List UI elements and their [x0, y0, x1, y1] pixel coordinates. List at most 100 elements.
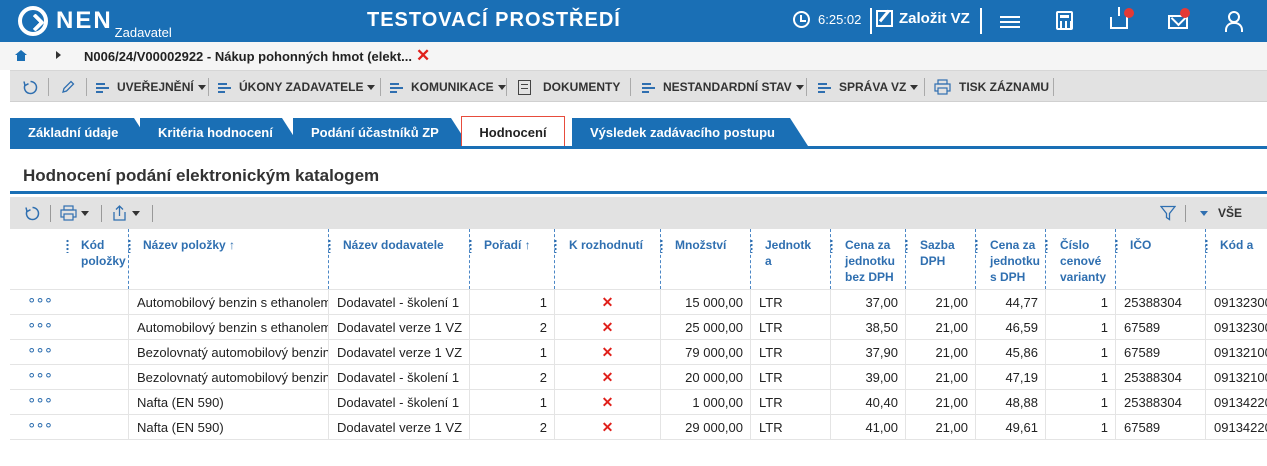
row-menu-icon[interactable]: ∘∘∘ — [27, 388, 57, 413]
tab-underline — [10, 146, 1267, 149]
tab-evaluation[interactable]: Hodnocení — [461, 116, 565, 148]
column-header-price-vat[interactable]: Cena za jednotku s DPH — [975, 229, 1045, 289]
user-icon[interactable] — [1223, 11, 1243, 32]
column-header-decide[interactable]: K rozhodnutí — [554, 229, 660, 289]
panel-title: Hodnocení podání elektronickým katalogem — [23, 166, 380, 185]
column-header-unit[interactable]: Jednotka — [750, 229, 830, 289]
documents-button[interactable]: DOKUMENTY — [518, 71, 620, 103]
home-icon[interactable] — [15, 50, 27, 61]
cell-unit: LTR — [750, 340, 830, 365]
table-row[interactable]: ∘∘∘ Nafta (EN 590) Dodavatel - školení 1… — [10, 390, 1267, 415]
list-icon — [642, 81, 655, 93]
main-toolbar: UVEŘEJNĚNÍ ÚKONY ZADAVATELE KOMUNIKACE D… — [10, 70, 1267, 102]
column-header-vat[interactable]: Sazba DPH — [905, 229, 975, 289]
cell-name: Automobilový benzin s ethanolem — [128, 290, 328, 315]
column-header-code[interactable]: Kód položky — [66, 229, 128, 289]
divider — [980, 8, 982, 34]
cell-ico: 67589 — [1115, 415, 1205, 440]
column-header-name[interactable]: Název položky ↑ — [128, 229, 328, 289]
cell-price-vat: 47,19 — [975, 365, 1045, 390]
column-header-ico[interactable]: IČO — [1115, 229, 1205, 289]
export-icon — [113, 205, 126, 221]
inbox-icon[interactable] — [1110, 7, 1128, 29]
cell-quantity: 29 000,00 — [660, 415, 750, 440]
menu-icon[interactable] — [1000, 13, 1020, 33]
grid-print-menu[interactable] — [60, 197, 89, 229]
cross-icon: ✕ — [554, 390, 660, 415]
column-header-quantity[interactable]: Množství — [660, 229, 750, 289]
column-header-order[interactable]: Pořadí ↑ — [469, 229, 554, 289]
list-icon — [390, 81, 403, 93]
table-row[interactable]: ∘∘∘ Automobilový benzin s ethanolem Doda… — [10, 315, 1267, 340]
cell-code2: 09132100 — [1205, 365, 1267, 390]
cell-price-vat: 48,88 — [975, 390, 1045, 415]
divider — [1053, 78, 1054, 96]
divider — [506, 78, 507, 96]
table-row[interactable]: ∘∘∘ Automobilový benzin s ethanolem Doda… — [10, 290, 1267, 315]
nen-logo[interactable]: NEN Zadavatel — [18, 6, 172, 40]
edit-button[interactable] — [60, 71, 75, 103]
cell-unit: LTR — [750, 390, 830, 415]
grid-export-menu[interactable] — [112, 197, 140, 229]
cell-quantity: 1 000,00 — [660, 390, 750, 415]
caret-down-icon — [81, 210, 89, 216]
cell-variant: 1 — [1045, 340, 1115, 365]
tab-strip: Základní údaje Kritéria hodnocení Podání… — [10, 116, 1267, 148]
tab-evaluation-criteria[interactable]: Kritéria hodnocení — [140, 118, 300, 146]
table-row[interactable]: ∘∘∘ Bezolovnatý automobilový benzin Doda… — [10, 365, 1267, 390]
filter-all-select[interactable]: VŠE — [1200, 197, 1242, 229]
cell-order: 1 — [469, 390, 554, 415]
close-icon[interactable]: ✕ — [416, 46, 430, 66]
communication-menu[interactable]: KOMUNIKACE — [390, 71, 506, 103]
cell-code2: 09134220 — [1205, 390, 1267, 415]
cell-supplier: Dodavatel - školení 1 — [328, 365, 469, 390]
column-header-variant[interactable]: Číslo cenové varianty — [1045, 229, 1115, 289]
management-menu[interactable]: SPRÁVA VZ — [818, 71, 919, 103]
cell-price: 40,40 — [830, 390, 905, 415]
divider — [380, 78, 381, 96]
column-header-code2[interactable]: Kód a — [1205, 229, 1267, 289]
actions-menu[interactable]: ÚKONY ZADAVATELE — [218, 71, 376, 103]
column-handle-icon — [554, 239, 557, 253]
refresh-button[interactable] — [22, 71, 39, 103]
cell-code2: 09132300 — [1205, 315, 1267, 340]
row-menu-icon[interactable]: ∘∘∘ — [27, 288, 57, 313]
edit-icon — [876, 10, 893, 27]
divider — [1185, 205, 1186, 222]
table-row[interactable]: ∘∘∘ Bezolovnatý automobilový benzin Doda… — [10, 340, 1267, 365]
tab-participant-submissions[interactable]: Podání účastníků ZP — [293, 118, 469, 146]
grid-refresh-button[interactable] — [24, 197, 41, 229]
cell-supplier: Dodavatel - školení 1 — [328, 390, 469, 415]
calculator-icon[interactable] — [1056, 11, 1073, 30]
row-menu-icon[interactable]: ∘∘∘ — [27, 313, 57, 338]
nonstandard-menu[interactable]: NESTANDARDNÍ STAV — [642, 71, 804, 103]
cell-order: 1 — [469, 340, 554, 365]
table-row[interactable]: ∘∘∘ Nafta (EN 590) Dodavatel verze 1 VZ … — [10, 415, 1267, 440]
cell-name: Automobilový benzin s ethanolem — [128, 315, 328, 340]
cell-price-vat: 45,86 — [975, 340, 1045, 365]
column-header-price[interactable]: Cena za jednotku bez DPH — [830, 229, 905, 289]
create-vz-button[interactable]: Založit VZ — [876, 10, 970, 27]
cell-price: 41,00 — [830, 415, 905, 440]
row-menu-icon[interactable]: ∘∘∘ — [27, 338, 57, 363]
cell-price-vat: 49,61 — [975, 415, 1045, 440]
cell-ico: 25388304 — [1115, 290, 1205, 315]
filter-button[interactable] — [1160, 197, 1176, 229]
create-vz-label: Založit VZ — [899, 10, 970, 27]
clock-time: 6:25:02 — [818, 12, 862, 27]
cell-vat: 21,00 — [905, 315, 975, 340]
cell-price-vat: 46,59 — [975, 315, 1045, 340]
row-menu-icon[interactable]: ∘∘∘ — [27, 363, 57, 388]
cross-icon: ✕ — [554, 340, 660, 365]
cell-unit: LTR — [750, 315, 830, 340]
column-header-supplier[interactable]: Název dodavatele — [328, 229, 468, 289]
divider — [806, 78, 807, 96]
row-menu-icon[interactable]: ∘∘∘ — [27, 413, 57, 438]
breadcrumb-item[interactable]: N006/24/V00002922 - Nákup pohonných hmot… — [84, 49, 412, 64]
publish-menu[interactable]: UVEŘEJNĚNÍ — [96, 71, 206, 103]
print-button[interactable]: TISK ZÁZNAMU — [934, 71, 1049, 103]
cell-ico: 25388304 — [1115, 390, 1205, 415]
tab-basic-info[interactable]: Základní údaje — [10, 118, 152, 146]
column-handle-icon — [328, 239, 331, 253]
tab-procedure-result[interactable]: Výsledek zadávacího postupu — [572, 118, 808, 146]
